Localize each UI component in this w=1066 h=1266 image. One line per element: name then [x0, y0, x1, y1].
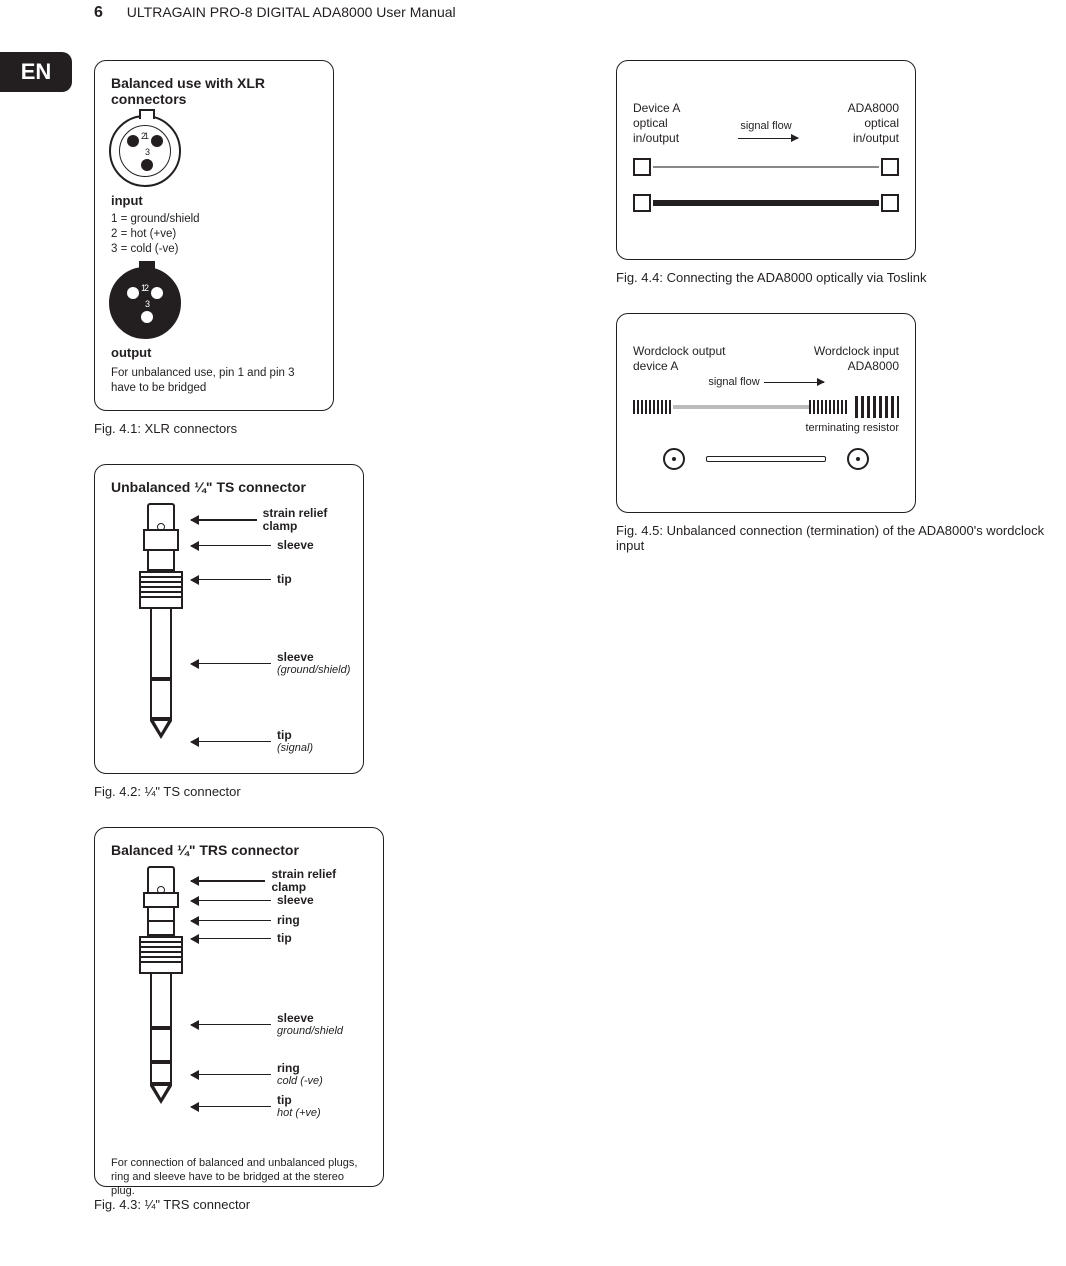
bnc-jack-left-icon — [663, 448, 685, 470]
link-bar — [706, 456, 826, 462]
trs-label-ring: ring — [191, 914, 300, 927]
bnc-jack-right-icon — [847, 448, 869, 470]
fig-4-3-note: For connection of balanced and unbalance… — [111, 1156, 367, 1199]
signal-flow-label: signal flow — [712, 120, 820, 144]
xlr-pin-1: 1 — [144, 131, 149, 141]
trs-plug-icon — [139, 866, 183, 1104]
xlr-legend-3: 3 = cold (-ve) — [111, 242, 317, 257]
fig-4-4-left-device: Device A optical in/output — [633, 101, 712, 146]
trs-label-ring2: ring cold (-ve) — [191, 1062, 323, 1087]
fig-4-5-left-device: Wordclock output device A — [633, 344, 726, 374]
fig-4-3-title: Balanced ¼" TRS connector — [111, 842, 367, 858]
fig-4-2-caption: Fig. 4.2: ¼" TS connector — [94, 784, 394, 799]
xlr-legend-1: 1 = ground/shield — [111, 212, 317, 227]
xlr-out-pin-2: 2 — [144, 283, 149, 293]
fig-4-4-caption: Fig. 4.4: Connecting the ADA8000 optical… — [616, 270, 996, 285]
ts-label-sleeve2: sleeve (ground/shield) — [191, 651, 350, 676]
wordclock-cable-row — [633, 394, 899, 424]
page-number: 6 — [94, 4, 103, 21]
xlr-pin-3: 3 — [145, 147, 150, 157]
xlr-output-icon: 1 2 3 — [109, 267, 181, 339]
fig-4-4-panel: Device A optical in/output signal flow A… — [616, 60, 916, 260]
fig-4-1-panel: Balanced use with XLR connectors 2 1 3 i… — [94, 60, 334, 411]
bnc-plug-right-icon — [809, 400, 849, 414]
ts-label-strain: strain relief clamp — [191, 507, 347, 533]
fig-4-4-labels: Device A optical in/output signal flow A… — [633, 101, 899, 146]
bnc-jack-row — [633, 448, 899, 470]
xlr-out-pin-3: 3 — [145, 299, 150, 309]
terminator-icon — [855, 396, 899, 418]
fig-4-5-right-device: Wordclock input ADA8000 — [814, 344, 899, 374]
toslink-cable-bottom — [633, 188, 899, 218]
left-column: Balanced use with XLR connectors 2 1 3 i… — [94, 60, 394, 1212]
fig-4-3-panel: Balanced ¼" TRS connector strain relief … — [94, 827, 384, 1187]
bnc-plug-left-icon — [633, 400, 673, 414]
fig-4-1-note: For unbalanced use, pin 1 and pin 3 have… — [111, 366, 317, 396]
fig-4-1-caption: Fig. 4.1: XLR connectors — [94, 421, 394, 436]
language-tab: EN — [0, 52, 72, 92]
trs-label-tip: tip — [191, 932, 292, 945]
language-tab-label: EN — [21, 59, 52, 85]
fig-4-5-signal-flow: signal flow — [633, 376, 899, 388]
fig-4-2-title: Unbalanced ¼" TS connector — [111, 479, 347, 495]
fig-4-1-title: Balanced use with XLR connectors — [111, 75, 317, 107]
doc-title: ULTRAGAIN PRO-8 DIGITAL ADA8000 User Man… — [127, 4, 456, 20]
page-header: 6 ULTRAGAIN PRO-8 DIGITAL ADA8000 User M… — [94, 4, 456, 22]
fig-4-4-right-device: ADA8000 optical in/output — [820, 101, 899, 146]
trs-label-sleeve2: sleeve ground/shield — [191, 1012, 343, 1037]
trs-plug-diagram: strain relief clamp sleeve ring tip slee… — [111, 866, 367, 1146]
xlr-input-icon: 2 1 3 — [109, 115, 181, 187]
ts-label-tip2: tip (signal) — [191, 729, 313, 754]
ts-plug-icon — [139, 503, 183, 739]
fig-4-5-labels: Wordclock output device A Wordclock inpu… — [633, 344, 899, 374]
trs-label-strain: strain relief clamp — [191, 868, 367, 894]
fig-4-2-panel: Unbalanced ¼" TS connector strain relief… — [94, 464, 364, 774]
coax-cable — [673, 405, 809, 409]
toslink-cable-top — [633, 152, 899, 182]
trs-label-tip2: tip hot (+ve) — [191, 1094, 321, 1119]
xlr-input-label: input — [111, 193, 317, 208]
fig-4-5-caption: Fig. 4.5: Unbalanced connection (termina… — [616, 523, 1066, 553]
fig-4-3-caption: Fig. 4.3: ¼" TRS connector — [94, 1197, 394, 1212]
ts-plug-diagram: strain relief clamp sleeve tip sleeve (g… — [111, 503, 347, 763]
right-column: Device A optical in/output signal flow A… — [616, 60, 996, 581]
xlr-legend-2: 2 = hot (+ve) — [111, 227, 317, 242]
ts-label-tip: tip — [191, 573, 292, 586]
ts-label-sleeve: sleeve — [191, 539, 314, 552]
fig-4-5-panel: Wordclock output device A Wordclock inpu… — [616, 313, 916, 513]
xlr-output-label: output — [111, 345, 317, 360]
trs-label-sleeve: sleeve — [191, 894, 314, 907]
